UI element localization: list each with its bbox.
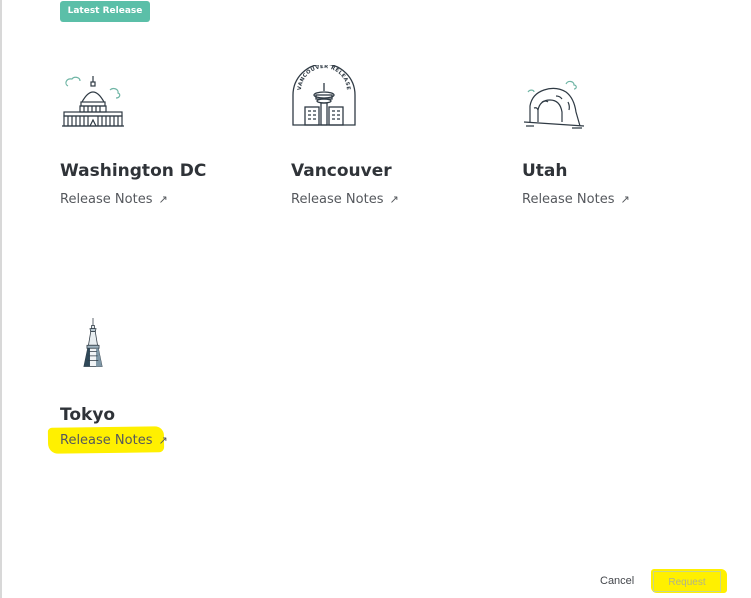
release-picker-panel: Latest Release Washington DC Release Not… bbox=[0, 0, 751, 598]
release-notes-label: Release Notes bbox=[60, 192, 153, 207]
tokyo-skytree-icon bbox=[83, 318, 103, 367]
cancel-button[interactable]: Cancel bbox=[600, 575, 634, 587]
request-button-wrapper: Request bbox=[651, 569, 727, 593]
release-notes-link[interactable]: Release Notes ↗ bbox=[522, 192, 630, 207]
external-link-icon: ↗ bbox=[389, 193, 399, 206]
release-notes-label: Release Notes bbox=[60, 433, 153, 448]
release-notes-link[interactable]: Release Notes ↗ bbox=[60, 192, 168, 207]
panel-left-border bbox=[0, 0, 2, 598]
release-notes-link[interactable]: Release Notes ↗ bbox=[47, 426, 168, 454]
request-button[interactable]: Request bbox=[653, 571, 721, 592]
release-title: Tokyo bbox=[60, 405, 116, 425]
release-title: Vancouver bbox=[291, 161, 392, 181]
vancouver-tower-icon: VANCOUVER RELEASE bbox=[292, 65, 356, 126]
release-title: Utah bbox=[522, 161, 568, 181]
external-link-icon: ↗ bbox=[158, 434, 168, 447]
release-notes-label: Release Notes bbox=[291, 192, 384, 207]
release-notes-link[interactable]: Release Notes ↗ bbox=[291, 192, 399, 207]
release-notes-label: Release Notes bbox=[522, 192, 615, 207]
external-link-icon: ↗ bbox=[620, 193, 630, 206]
latest-release-badge: Latest Release bbox=[60, 1, 150, 22]
utah-arch-icon bbox=[523, 80, 585, 129]
capitol-building-icon bbox=[62, 76, 124, 127]
release-title: Washington DC bbox=[60, 161, 207, 181]
external-link-icon: ↗ bbox=[158, 193, 168, 206]
